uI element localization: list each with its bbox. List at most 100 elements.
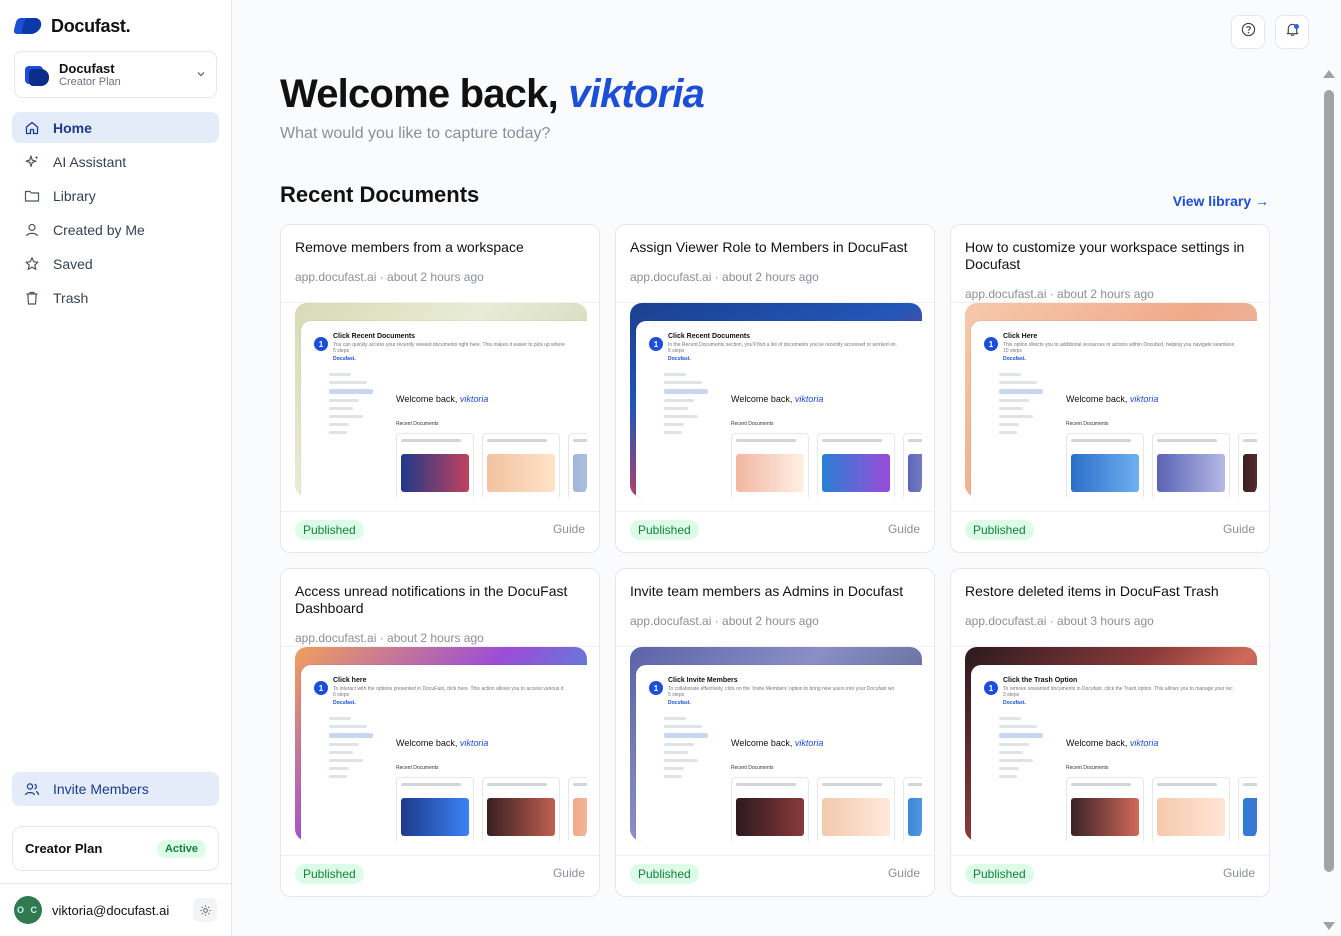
thumbnail-step-title: Click Recent Documents <box>333 333 416 340</box>
thumbnail-section: Recent Documents <box>396 421 439 427</box>
user-icon <box>24 222 40 238</box>
sidebar-item-label: Home <box>53 119 92 136</box>
document-thumbnail[interactable]: 1 Click Recent Documents You can quickly… <box>295 303 587 497</box>
thumbnail-section: Recent Documents <box>731 421 774 427</box>
scrollbar-thumb[interactable] <box>1324 90 1334 872</box>
page-title: Welcome back, viktoria <box>280 72 705 117</box>
thumbnail-sidebar <box>329 705 385 841</box>
thumbnail-welcome: Welcome back, viktoria <box>1066 394 1159 404</box>
users-icon <box>24 781 40 797</box>
thumbnail-cards <box>1066 777 1257 841</box>
document-thumbnail[interactable]: 1 Click Invite Members To collaborate ef… <box>630 647 922 841</box>
sidebar-item-trash[interactable]: Trash <box>12 282 219 313</box>
status-badge: Published <box>630 864 699 884</box>
document-card[interactable]: Invite team members as Admins in Docufas… <box>615 568 935 897</box>
document-card[interactable]: Assign Viewer Role to Members in DocuFas… <box>615 224 935 553</box>
workspace-name: Docufast <box>59 60 115 76</box>
document-meta: app.docufast.ai · about 3 hours ago <box>965 614 1154 628</box>
workspace-logo-icon <box>25 64 49 86</box>
document-thumbnail[interactable]: 1 Click the Trash Option To remove unwan… <box>965 647 1257 841</box>
avatar: O C <box>14 896 42 924</box>
documents-grid: Remove members from a workspace app.docu… <box>280 224 1270 897</box>
document-meta: app.docufast.ai · about 2 hours ago <box>630 270 819 284</box>
thumbnail-cards <box>396 433 587 497</box>
thumbnail-step-title: Click here <box>333 677 367 684</box>
sidebar-item-home[interactable]: Home <box>12 112 219 143</box>
document-type: Guide <box>887 522 920 536</box>
document-thumbnail[interactable]: 1 Click Here This option directs you to … <box>965 303 1257 497</box>
brand[interactable]: Docufast. <box>13 14 131 38</box>
docufast-logo-icon <box>13 16 43 36</box>
document-card[interactable]: How to customize your workspace settings… <box>950 224 1270 553</box>
sidebar-item-library[interactable]: Library <box>12 180 219 211</box>
card-divider <box>281 511 599 512</box>
document-title[interactable]: Access unread notifications in the DocuF… <box>295 583 585 617</box>
thumbnail-welcome: Welcome back, viktoria <box>1066 738 1159 748</box>
thumbnail-step-desc: To remove unwanted documents in Docufast… <box>1003 686 1233 692</box>
status-badge: Active <box>156 839 206 858</box>
scroll-down-arrow[interactable] <box>1323 922 1335 930</box>
document-title[interactable]: How to customize your workspace settings… <box>965 239 1255 273</box>
view-library-link[interactable]: View library → <box>1173 193 1269 209</box>
thumbnail-step-title: Click the Trash Option <box>1003 677 1078 684</box>
gear-icon[interactable] <box>193 898 217 922</box>
card-divider <box>951 511 1269 512</box>
sparkle-icon <box>24 154 40 170</box>
thumbnail-step-desc: To interact with the options presented i… <box>333 686 564 692</box>
sidebar-item-created-by-me[interactable]: Created by Me <box>12 214 219 245</box>
thumbnail-welcome: Welcome back, viktoria <box>396 738 489 748</box>
sidebar-item-ai-assistant[interactable]: AI Assistant <box>12 146 219 177</box>
workspace-switcher[interactable]: Docufast Creator Plan <box>14 51 217 98</box>
help-button[interactable] <box>1231 15 1265 49</box>
plan-label: Creator Plan <box>25 841 103 856</box>
scroll-up-arrow[interactable] <box>1323 70 1335 78</box>
thumbnail-cards <box>1066 433 1257 497</box>
thumbnail-cards <box>731 777 922 841</box>
thumbnail-step-count: 5 steps <box>668 348 685 354</box>
thumbnail-step-title: Click Invite Members <box>668 677 738 684</box>
thumbnail-preview: 1 Click Here This option directs you to … <box>971 321 1257 497</box>
document-meta: app.docufast.ai · about 2 hours ago <box>630 614 819 628</box>
document-type: Guide <box>552 866 585 880</box>
card-divider <box>616 511 934 512</box>
sidebar-item-label: Created by Me <box>53 221 145 238</box>
thumbnail-sidebar <box>664 361 720 497</box>
thumbnail-step-count: 5 steps <box>668 692 685 698</box>
user-profile[interactable]: O C viktoria@docufast.ai <box>0 883 231 936</box>
sidebar-item-label: AI Assistant <box>53 153 127 170</box>
status-badge: Published <box>295 520 364 540</box>
thumbnail-cards <box>396 777 587 841</box>
status-badge: Published <box>965 520 1034 540</box>
document-meta: app.docufast.ai · about 2 hours ago <box>295 270 484 284</box>
folder-icon <box>24 188 40 204</box>
trash-icon <box>24 290 40 306</box>
thumbnail-preview: 1 Click Recent Documents You can quickly… <box>301 321 587 497</box>
notifications-button[interactable] <box>1275 15 1309 49</box>
sidebar: Docufast. Docufast Creator Plan Home AI … <box>0 0 232 936</box>
document-thumbnail[interactable]: 1 Click here To interact with the option… <box>295 647 587 841</box>
thumbnail-preview: 1 Click Recent Documents In the Recent D… <box>636 321 922 497</box>
star-icon <box>24 256 40 272</box>
document-title[interactable]: Remove members from a workspace <box>295 239 585 256</box>
home-icon <box>24 120 40 136</box>
document-title[interactable]: Restore deleted items in DocuFast Trash <box>965 583 1255 600</box>
plan-card[interactable]: Creator Plan Active <box>12 826 219 871</box>
sidebar-item-saved[interactable]: Saved <box>12 248 219 279</box>
document-card[interactable]: Remove members from a workspace app.docu… <box>280 224 600 553</box>
thumbnail-step-count: 6 steps <box>333 692 350 698</box>
invite-members-button[interactable]: Invite Members <box>12 772 219 806</box>
page-subtitle: What would you like to capture today? <box>280 125 551 142</box>
document-type: Guide <box>887 866 920 880</box>
document-title[interactable]: Assign Viewer Role to Members in DocuFas… <box>630 239 920 256</box>
section-title: Recent Documents <box>280 182 480 207</box>
brand-name: Docufast. <box>51 15 131 36</box>
document-card[interactable]: Access unread notifications in the DocuF… <box>280 568 600 897</box>
document-thumbnail[interactable]: 1 Click Recent Documents In the Recent D… <box>630 303 922 497</box>
top-actions <box>1231 15 1309 49</box>
card-divider <box>281 855 599 856</box>
notification-dot <box>1294 24 1299 29</box>
document-title[interactable]: Invite team members as Admins in Docufas… <box>630 583 920 600</box>
document-card[interactable]: Restore deleted items in DocuFast Trash … <box>950 568 1270 897</box>
thumbnail-sidebar <box>329 361 385 497</box>
invite-members-label: Invite Members <box>53 781 149 797</box>
